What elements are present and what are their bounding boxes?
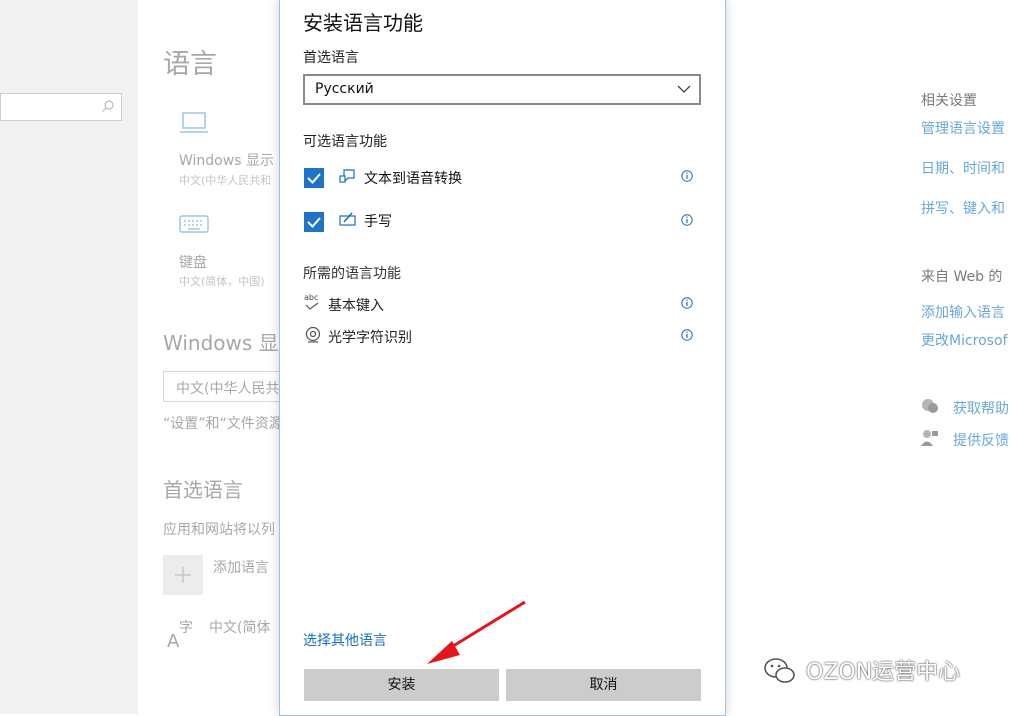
tts-feature-label: 文本到语音转换 [364, 171, 462, 187]
cancel-button[interactable]: 取消 [506, 669, 701, 701]
info-icon[interactable] [681, 297, 693, 309]
keyboard-tile[interactable]: 键盘 [179, 252, 207, 272]
optional-features-heading: 可选语言功能 [303, 134, 387, 150]
selected-language: Русский [315, 81, 374, 97]
related-settings-heading: 相关设置 [921, 93, 977, 109]
wechat-logo-icon [764, 658, 795, 683]
required-features-heading: 所需的语言功能 [303, 266, 401, 282]
laptop-icon [180, 112, 208, 133]
date-time-link[interactable]: 日期、时间和 [921, 158, 1005, 178]
keyboard-tile-sub: 中文(简体，中国) [179, 275, 265, 288]
choose-other-language-link[interactable]: 选择其他语言 [303, 630, 387, 650]
preferred-heading: 首选语言 [163, 478, 243, 502]
preferred-desc: 应用和网站将以列 [163, 522, 275, 538]
add-input-link[interactable]: 添加输入语言 [921, 302, 1005, 322]
feedback-link[interactable]: 提供反馈 [953, 430, 1009, 450]
keyboard-icon [179, 215, 209, 233]
checkmark-icon [307, 217, 321, 228]
chevron-down-icon [677, 85, 691, 93]
speech-bubble-icon [339, 169, 355, 183]
search-icon [102, 100, 114, 112]
display-language-note: “设置”和“文件资源 [163, 416, 283, 432]
search-input[interactable] [0, 93, 122, 121]
watermark-text: OZON运营中心 [806, 660, 961, 685]
windows-display-tile-sub: 中文(中华人民共和 [179, 174, 272, 187]
dialog-title: 安装语言功能 [303, 11, 423, 35]
tts-checkbox[interactable] [304, 168, 324, 188]
basic-typing-label: 基本键入 [328, 298, 384, 314]
install-button[interactable]: 安装 [304, 669, 499, 701]
plus-icon [175, 567, 191, 583]
install-language-features-dialog: 安装语言功能 首选语言 Русский 可选语言功能 文本到语音转换 手写 所需… [279, 0, 726, 716]
manage-language-link[interactable]: 管理语言设置 [921, 118, 1005, 138]
add-language-button[interactable] [163, 555, 203, 595]
feedback-person-icon [921, 430, 938, 446]
info-icon[interactable] [681, 170, 693, 182]
ocr-label: 光学字符识别 [328, 330, 412, 346]
checkmark-icon [307, 173, 321, 184]
help-chat-icon [922, 399, 938, 413]
add-language-label: 添加语言 [213, 560, 269, 576]
spelling-link[interactable]: 拼写、键入和 [921, 198, 1005, 218]
from-web-heading: 来自 Web 的 [921, 269, 1003, 285]
get-help-link[interactable]: 获取帮助 [953, 398, 1009, 418]
handwriting-feature-label: 手写 [364, 214, 392, 230]
display-language-value: 中文(中华人民共 [176, 381, 280, 397]
svg-text:字: 字 [179, 620, 193, 636]
change-microsoft-link[interactable]: 更改Microsof [921, 330, 1007, 350]
camera-ocr-icon [305, 326, 321, 343]
language-glyph-icon: A 字 [167, 620, 193, 650]
preferred-language-select[interactable]: Русский [303, 74, 701, 105]
info-icon[interactable] [681, 214, 693, 226]
basic-typing-icon: abc [304, 293, 322, 311]
page-title: 语言 [163, 49, 217, 80]
preferred-language-label: 首选语言 [303, 50, 359, 66]
handwriting-checkbox[interactable] [304, 212, 324, 232]
windows-display-tile[interactable]: Windows 显示 [179, 150, 274, 170]
pen-tablet-icon [339, 212, 356, 226]
language-item-chinese[interactable]: 中文(简体 [209, 617, 270, 637]
info-icon[interactable] [681, 329, 693, 341]
